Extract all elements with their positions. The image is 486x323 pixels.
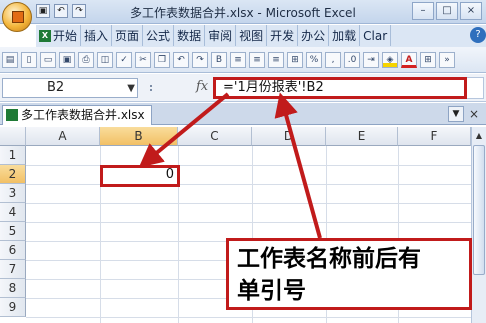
formula-bar: B2 ▼ fx ='1月份报表'!B2 xyxy=(0,74,486,102)
name-box[interactable]: B2 ▼ xyxy=(2,78,138,98)
cut-icon[interactable]: ✂ xyxy=(135,51,151,68)
column-header-c[interactable]: C xyxy=(178,127,252,146)
undo-icon[interactable]: ↶ xyxy=(173,51,189,68)
scroll-up-icon[interactable]: ▲ xyxy=(472,129,486,143)
column-header-d[interactable]: D xyxy=(252,127,326,146)
more-icon[interactable]: » xyxy=(439,51,455,68)
minimize-button[interactable]: – xyxy=(412,2,434,20)
window-title: 多工作表数据合并.xlsx - Microsoft Excel xyxy=(130,6,356,20)
new-icon[interactable]: ▯ xyxy=(21,51,37,68)
column-header-e[interactable]: E xyxy=(326,127,398,146)
tab-office[interactable]: 办公 xyxy=(298,25,330,46)
bold-icon[interactable]: B xyxy=(211,51,227,68)
excel-file-icon xyxy=(6,109,18,121)
cell-b2-highlight-box xyxy=(100,165,180,187)
redo-icon[interactable]: ↷ xyxy=(192,51,208,68)
gridline xyxy=(26,165,471,166)
title-bar: ▣ ↶ ↷ 多工作表数据合并.xlsx - Microsoft Excel – … xyxy=(0,0,486,24)
tab-home[interactable]: X 开始 xyxy=(36,25,82,46)
font-color-icon[interactable]: A xyxy=(401,51,417,68)
undo-icon[interactable]: ↶ xyxy=(54,4,68,18)
formula-highlight-box xyxy=(213,77,467,99)
row-header-3[interactable]: 3 xyxy=(0,184,26,203)
column-header-a[interactable]: A xyxy=(26,127,100,146)
row-header-4[interactable]: 4 xyxy=(0,203,26,222)
window-controls: – □ × xyxy=(412,2,482,20)
scrollbar-thumb[interactable] xyxy=(473,145,485,275)
excel-icon: X xyxy=(39,29,51,42)
column-header-f[interactable]: F xyxy=(398,127,471,146)
workbook-tab[interactable]: 多工作表数据合并.xlsx * xyxy=(2,105,152,140)
annotation-line-1: 工作表名称前后有 xyxy=(237,246,421,272)
gridline xyxy=(26,222,471,223)
align-right-icon[interactable]: ≡ xyxy=(268,51,284,68)
help-icon[interactable]: ? xyxy=(470,27,486,43)
gridline xyxy=(26,184,471,185)
vertical-scrollbar[interactable]: ▲ xyxy=(471,127,486,323)
close-workbook-icon[interactable]: × xyxy=(466,106,482,122)
annotation-callout: 工作表名称前后有 单引号 xyxy=(226,238,472,310)
preview-icon[interactable]: ◫ xyxy=(97,51,113,68)
office-button[interactable] xyxy=(2,2,32,32)
toolbar: ▤ ▯ ▭ ▣ ⎙ ◫ ✓ ✂ ❐ ↶ ↷ B ≡ ≡ ≡ ⊞ % , .0 ⇥… xyxy=(0,47,486,73)
tab-view[interactable]: 视图 xyxy=(236,25,268,46)
annotation-line-2: 单引号 xyxy=(237,278,306,304)
tab-data[interactable]: 数据 xyxy=(174,25,206,46)
tab-addins[interactable]: 加载 xyxy=(329,25,361,46)
row-header-2[interactable]: 2 xyxy=(0,165,26,184)
merge-icon[interactable]: ⊞ xyxy=(287,51,303,68)
align-center-icon[interactable]: ≡ xyxy=(249,51,265,68)
align-left-icon[interactable]: ≡ xyxy=(230,51,246,68)
gridline xyxy=(26,317,471,318)
quick-access-toolbar: ▣ ↶ ↷ xyxy=(36,4,86,18)
spelling-icon[interactable]: ✓ xyxy=(116,51,132,68)
splitter-handle[interactable] xyxy=(150,85,154,91)
redo-icon[interactable]: ↷ xyxy=(72,4,86,18)
copy-icon[interactable]: ❐ xyxy=(154,51,170,68)
select-all-corner[interactable] xyxy=(0,127,26,146)
tab-insert[interactable]: 插入 xyxy=(81,25,113,46)
formula-input[interactable]: ='1月份报表'!B2 xyxy=(213,77,484,99)
row-header-8[interactable]: 8 xyxy=(0,279,26,298)
comma-icon[interactable]: , xyxy=(325,51,341,68)
print-icon[interactable]: ⎙ xyxy=(78,51,94,68)
tab-formulas[interactable]: 公式 xyxy=(143,25,175,46)
fill-color-icon[interactable]: ◈ xyxy=(382,51,398,68)
decimal-icon[interactable]: .0 xyxy=(344,51,360,68)
save-icon[interactable]: ▣ xyxy=(36,4,50,18)
close-button[interactable]: × xyxy=(460,2,482,20)
chevron-down-icon[interactable]: ▼ xyxy=(127,80,135,98)
workbook-tab-bar: 多工作表数据合并.xlsx * ▼ × xyxy=(0,103,486,140)
row-header-5[interactable]: 5 xyxy=(0,222,26,241)
paste-icon[interactable]: ▤ xyxy=(2,51,18,68)
tab-developer[interactable]: 开发 xyxy=(267,25,299,46)
row-header-6[interactable]: 6 xyxy=(0,241,26,260)
tab-clar[interactable]: Clar xyxy=(360,25,392,46)
percent-icon[interactable]: % xyxy=(306,51,322,68)
column-header-b[interactable]: B xyxy=(100,127,178,146)
borders-icon[interactable]: ⊞ xyxy=(420,51,436,68)
save-icon[interactable]: ▣ xyxy=(59,51,75,68)
indent-icon[interactable]: ⇥ xyxy=(363,51,379,68)
row-header-9[interactable]: 9 xyxy=(0,298,26,317)
gridline xyxy=(26,203,471,204)
office-logo-icon xyxy=(12,11,24,23)
insert-function-icon[interactable]: fx xyxy=(196,79,208,94)
row-header-1[interactable]: 1 xyxy=(0,146,26,165)
tab-dropdown-icon[interactable]: ▼ xyxy=(448,106,464,122)
tab-review[interactable]: 审阅 xyxy=(205,25,237,46)
tab-page-layout[interactable]: 页面 xyxy=(112,25,144,46)
maximize-button[interactable]: □ xyxy=(436,2,458,20)
row-header-7[interactable]: 7 xyxy=(0,260,26,279)
ribbon-tabs: X 开始 插入 页面 公式 数据 审阅 视图 开发 办公 加载 Clar ? xyxy=(36,25,486,47)
open-icon[interactable]: ▭ xyxy=(40,51,56,68)
